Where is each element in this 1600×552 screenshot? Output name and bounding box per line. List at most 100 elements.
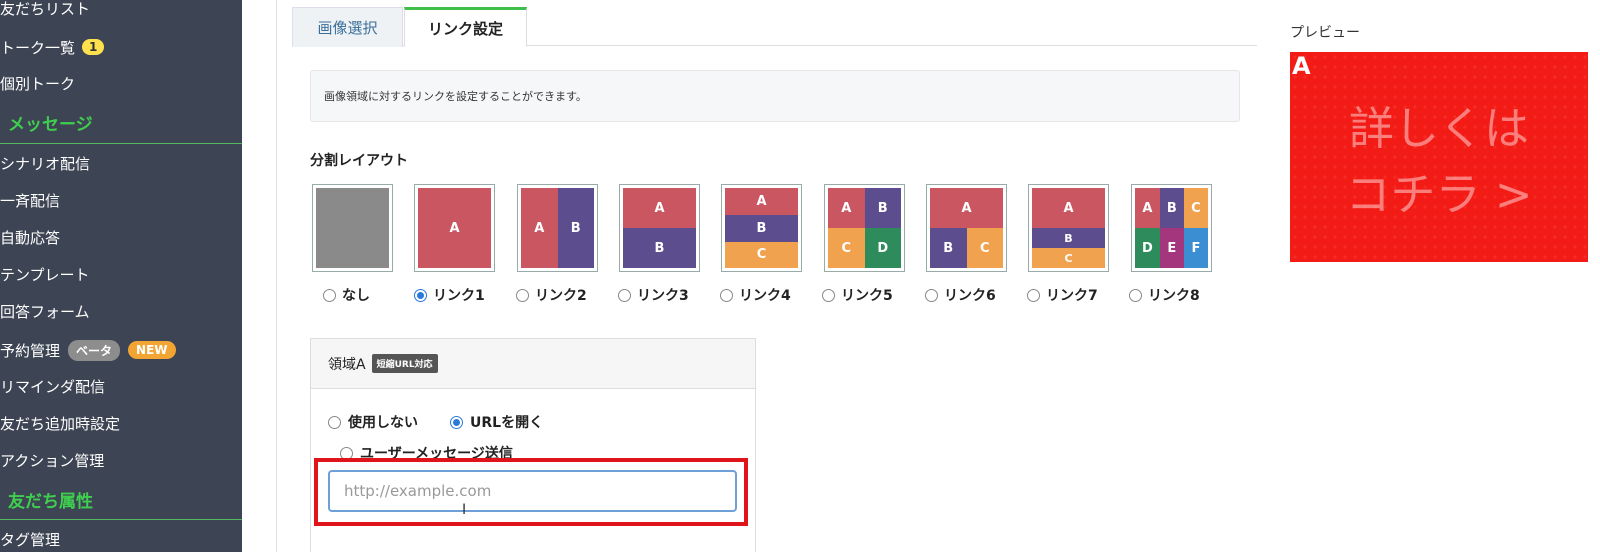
info-box: 画像領域に対するリンクを設定することができます。 xyxy=(310,70,1240,122)
panel-title: 領域A xyxy=(328,356,366,373)
layout-cell xyxy=(316,188,389,268)
layout-radio-none[interactable]: なし xyxy=(323,285,370,305)
beta-badge: ベータ xyxy=(68,339,121,361)
unread-count-badge: 1 xyxy=(82,39,105,55)
text-cursor-icon: I xyxy=(462,502,467,518)
preview-region-letter: A xyxy=(1292,52,1311,80)
sidebar-item-broadcast[interactable]: 一斉配信 xyxy=(0,189,60,211)
layout-cell: A xyxy=(623,188,696,228)
tab-link-settings[interactable]: リンク設定 xyxy=(404,7,527,47)
radio-button-checked[interactable] xyxy=(414,288,427,302)
layout-cell: B xyxy=(1032,228,1105,248)
radio-label: 使用しない xyxy=(348,415,418,431)
layout-thumb-link7[interactable]: A B C xyxy=(1028,184,1109,272)
layout-cell: C xyxy=(1183,188,1208,228)
tab-image-select[interactable]: 画像選択 xyxy=(292,7,403,47)
sidebar-item-label: 回答フォーム xyxy=(0,302,90,321)
layout-radio-link4[interactable]: リンク4 xyxy=(720,285,791,305)
layout-radio-link8[interactable]: リンク8 xyxy=(1129,285,1200,305)
sidebar-item-individual-talk[interactable]: 個別トーク xyxy=(0,72,75,94)
radio-button[interactable] xyxy=(822,288,835,302)
new-badge: NEW xyxy=(128,341,176,359)
radio-label: リンク7 xyxy=(1046,288,1098,304)
sidebar-item-reminder[interactable]: リマインダ配信 xyxy=(0,375,105,397)
preview-label: プレビュー xyxy=(1290,25,1360,41)
radio-label: なし xyxy=(342,288,370,304)
radio-button[interactable] xyxy=(1129,288,1142,302)
sidebar-item-friend-list[interactable]: 友だちリスト xyxy=(0,0,90,19)
option-not-use[interactable]: 使用しない xyxy=(328,412,418,432)
sidebar-item-auto-reply[interactable]: 自動応答 xyxy=(0,226,60,248)
layout-radio-link1[interactable]: リンク1 xyxy=(414,285,485,305)
layout-cell: C xyxy=(966,228,1003,268)
layout-thumb-link5[interactable]: A B C D xyxy=(824,184,905,272)
short-url-badge: 短縮URL対応 xyxy=(371,354,438,373)
layout-cell: B xyxy=(557,188,594,268)
radio-button[interactable] xyxy=(618,288,631,302)
sidebar-section-friend-attributes: 友だち属性 xyxy=(8,492,93,512)
sidebar-item-label: シナリオ配信 xyxy=(0,154,91,173)
layout-thumb-link8[interactable]: A B C D E F xyxy=(1131,184,1212,272)
sidebar-item-scenario[interactable]: シナリオ配信 xyxy=(0,152,90,174)
sidebar-item-label: 予約管理 xyxy=(0,341,61,360)
layout-radio-link6[interactable]: リンク6 xyxy=(925,285,996,305)
layout-cell: A xyxy=(828,188,865,228)
radio-button[interactable] xyxy=(1027,288,1040,302)
layout-thumb-link6[interactable]: A B C xyxy=(926,184,1007,272)
layout-thumb-none[interactable] xyxy=(312,184,393,272)
layout-thumb-link1[interactable]: A xyxy=(414,184,495,272)
radio-button[interactable] xyxy=(323,288,336,302)
sidebar-item-label: リマインダ配信 xyxy=(0,377,106,396)
radio-button[interactable] xyxy=(516,288,529,302)
layout-cell: D xyxy=(864,228,901,268)
sidebar-item-action-management[interactable]: アクション管理 xyxy=(0,449,104,471)
layout-radio-link2[interactable]: リンク2 xyxy=(516,285,587,305)
layout-thumb-link2[interactable]: A B xyxy=(517,184,598,272)
sidebar-divider xyxy=(0,143,242,144)
layout-cell: A xyxy=(1032,188,1105,228)
sidebar-item-label: テンプレート xyxy=(0,265,90,284)
radio-label: リンク4 xyxy=(739,288,791,304)
layout-radio-link7[interactable]: リンク7 xyxy=(1027,285,1098,305)
sidebar: 友だちリスト トーク一覧 1 個別トーク メッセージ シナリオ配信 一斉配信 自動… xyxy=(0,0,242,552)
info-text: 画像領域に対するリンクを設定することができます。 xyxy=(324,90,587,103)
layout-cell: B xyxy=(623,228,696,268)
radio-button[interactable] xyxy=(328,415,341,429)
sidebar-item-label: 一斉配信 xyxy=(0,191,61,210)
sidebar-item-tag-management[interactable]: タグ管理 xyxy=(0,528,60,550)
layout-cell: C xyxy=(828,228,865,268)
layout-cell: A xyxy=(1135,188,1160,228)
layout-cell: F xyxy=(1183,228,1208,268)
radio-button-checked[interactable] xyxy=(450,415,463,429)
sidebar-item-answer-form[interactable]: 回答フォーム xyxy=(0,300,90,322)
layout-thumb-link3[interactable]: A B xyxy=(619,184,700,272)
layout-section-title: 分割レイアウト xyxy=(310,153,408,169)
layout-cell: B xyxy=(930,228,967,268)
layout-cell: A xyxy=(418,188,491,268)
sidebar-item-friend-add-settings[interactable]: 友だち追加時設定 xyxy=(0,412,120,434)
radio-button[interactable] xyxy=(925,288,938,302)
layout-cell: B xyxy=(1159,188,1184,228)
sidebar-item-reservation[interactable]: 予約管理 ベータ NEW xyxy=(0,339,176,361)
sidebar-item-label: 友だちリスト xyxy=(0,0,91,18)
layout-cell: A xyxy=(930,188,1003,228)
content-border xyxy=(276,0,277,552)
radio-label: リンク5 xyxy=(841,288,893,304)
sidebar-section-message: メッセージ xyxy=(8,115,93,135)
option-open-url[interactable]: URLを開く xyxy=(450,412,543,432)
panel-header: 領域A 短縮URL対応 xyxy=(311,339,755,389)
radio-label: リンク6 xyxy=(944,288,996,304)
layout-radio-link3[interactable]: リンク3 xyxy=(618,285,689,305)
radio-label: リンク8 xyxy=(1148,288,1200,304)
sidebar-item-talk-list[interactable]: トーク一覧 1 xyxy=(0,36,105,58)
sidebar-item-label: 友だち追加時設定 xyxy=(0,414,121,433)
layout-cell: B xyxy=(864,188,901,228)
preview-image: A 詳しくは コチラ > xyxy=(1290,52,1588,262)
layout-radio-link5[interactable]: リンク5 xyxy=(822,285,893,305)
layout-cell: B xyxy=(725,215,798,242)
layout-thumb-link4[interactable]: A B C xyxy=(721,184,802,272)
sidebar-item-label: トーク一覧 xyxy=(0,38,76,57)
sidebar-item-template[interactable]: テンプレート xyxy=(0,263,90,285)
radio-button[interactable] xyxy=(720,288,733,302)
radio-label: URLを開く xyxy=(470,415,544,431)
